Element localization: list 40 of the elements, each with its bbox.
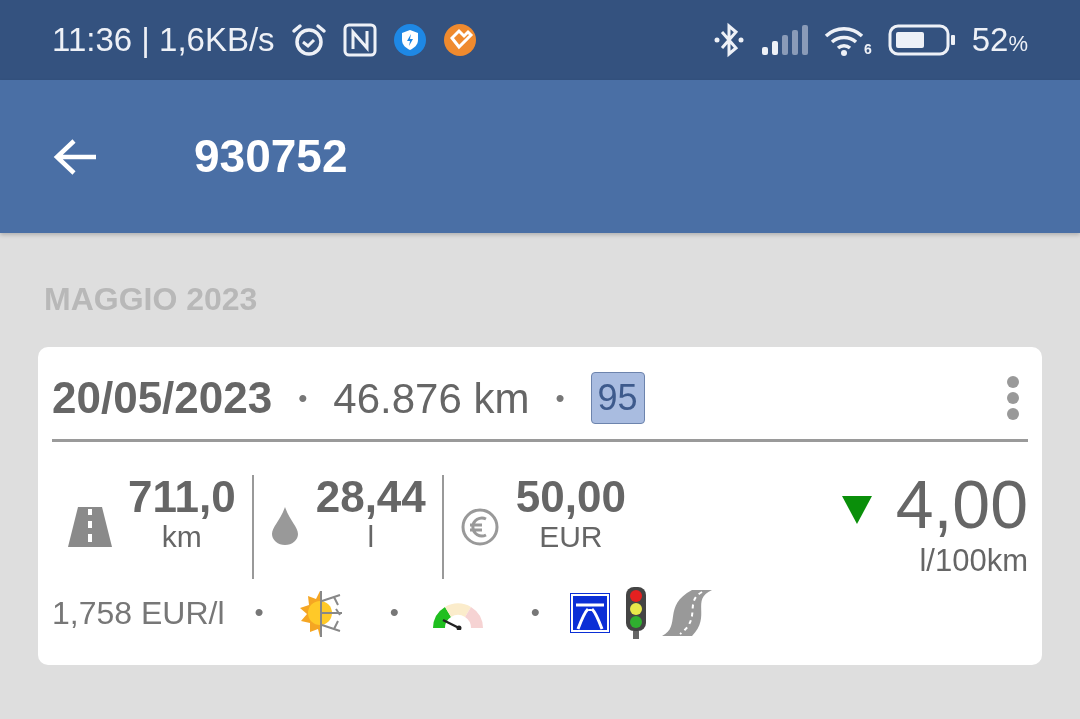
odometer-reading: 46.876 km: [333, 373, 530, 424]
battery-percent: 52%: [971, 20, 1028, 61]
road-icon: [68, 507, 112, 548]
consumption-unit: l/100km: [919, 542, 1028, 580]
separator-dot: •: [298, 381, 308, 415]
stat-unit: km: [161, 519, 202, 556]
more-options-button[interactable]: [1006, 375, 1020, 421]
price-per-litre: 1,758 EUR/l: [52, 593, 225, 633]
motorway-sign-icon: [569, 592, 610, 633]
signal-icon: [759, 25, 808, 55]
shield-icon: [392, 23, 427, 57]
traffic-light-icon: [623, 586, 648, 639]
back-button[interactable]: [52, 136, 98, 177]
battery-icon: [887, 24, 956, 56]
entry-card[interactable]: 20/05/2023 • 46.876 km • 95 711,0 km 28,44 l 50,00 EUR 4,00 l/100km 1,758 EUR/l • • •: [38, 347, 1042, 665]
status-time: 11:36 | 1,6KB/s: [52, 20, 275, 61]
fuel-type-badge: 95: [590, 371, 645, 425]
separator-dot: •: [530, 596, 540, 629]
stat-value: 28,44: [315, 475, 426, 520]
nfc-icon: [342, 23, 377, 57]
bluetooth-icon: [713, 22, 744, 58]
app-title: 930752: [194, 129, 348, 184]
alarm-clock-icon: [290, 22, 327, 58]
separator-dot: •: [254, 596, 264, 629]
stat-value: 711,0: [128, 475, 236, 520]
stat-unit: EUR: [539, 519, 603, 556]
heart-app-icon: [442, 23, 477, 57]
separator-dot: •: [389, 596, 399, 629]
back-arrow-icon: [52, 136, 98, 177]
wifi-icon: [823, 24, 864, 56]
drop-icon: [269, 507, 300, 546]
stat-value: 50,00: [515, 475, 626, 520]
separator-dot: •: [555, 381, 565, 415]
stat-unit: l: [367, 519, 375, 556]
consumption-value: 4,00: [895, 470, 1028, 538]
wifi-standard-label: 6: [863, 42, 872, 56]
winding-road-icon: [661, 589, 712, 636]
entry-date: 20/05/2023: [52, 372, 273, 424]
more-vert-icon: [1006, 375, 1020, 421]
euro-icon: [459, 507, 500, 548]
